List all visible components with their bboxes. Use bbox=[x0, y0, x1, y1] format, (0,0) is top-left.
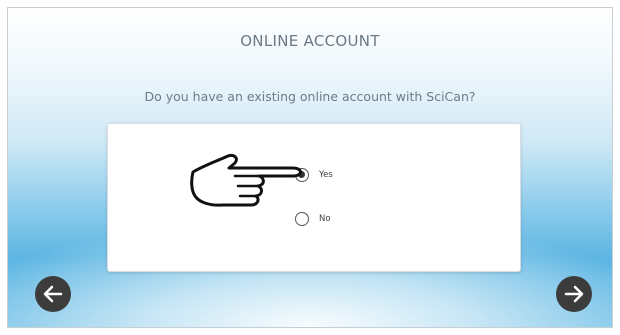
question-text: Do you have an existing online account w… bbox=[144, 89, 476, 104]
arrow-left-icon bbox=[43, 285, 63, 303]
next-button[interactable] bbox=[556, 276, 592, 312]
back-button[interactable] bbox=[35, 276, 71, 312]
yes-label: Yes bbox=[319, 170, 333, 180]
pointing-hand-icon bbox=[190, 154, 302, 207]
page-title: ONLINE ACCOUNT bbox=[240, 32, 380, 50]
arrow-right-icon bbox=[564, 285, 584, 303]
